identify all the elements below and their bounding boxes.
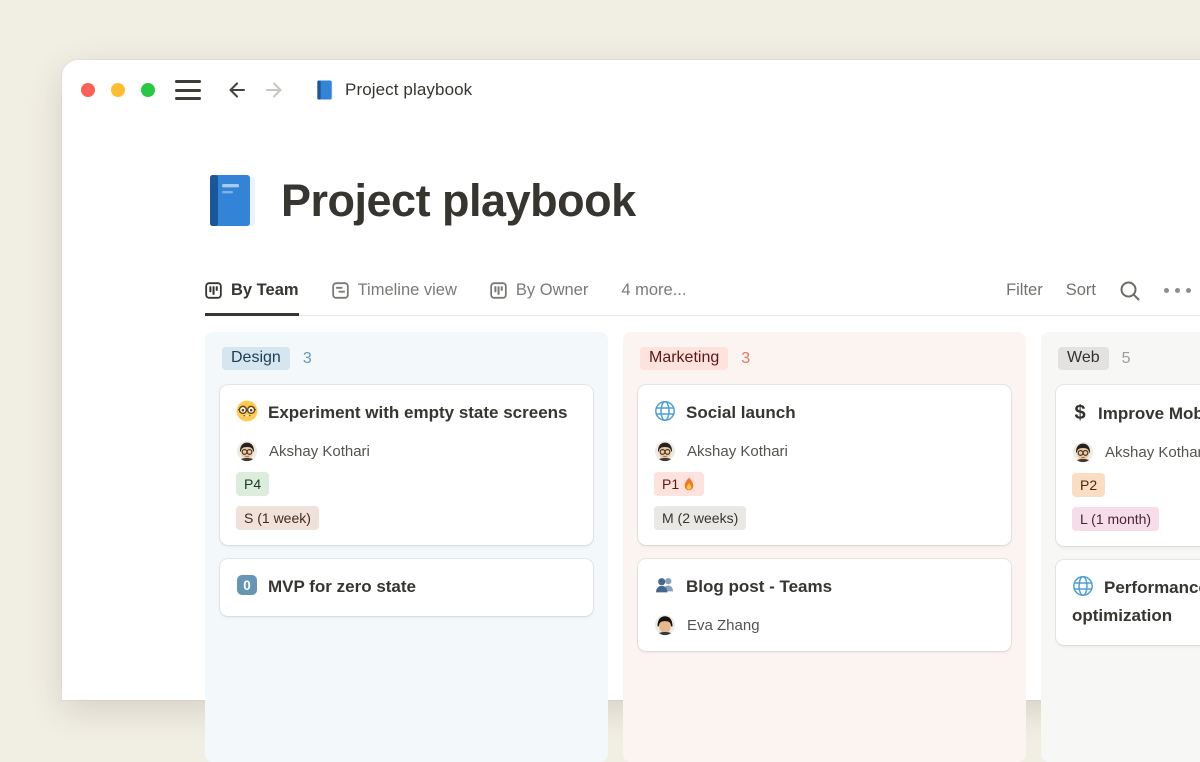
keycap-zero-icon: 0	[236, 574, 258, 596]
card-title: Social launch	[654, 399, 995, 427]
tab-label: 4 more...	[621, 281, 686, 300]
view-toolbar: Filter Sort	[1006, 280, 1200, 302]
menu-icon[interactable]	[175, 80, 201, 100]
window-controls	[81, 83, 155, 97]
close-window-button[interactable]	[81, 83, 95, 97]
card-title: $Improve Mobile	[1072, 399, 1200, 428]
tab-label: Timeline view	[358, 281, 457, 300]
card-performance-optimization[interactable]: Performance optimization	[1056, 560, 1200, 645]
column-header: Marketing 3	[638, 347, 1011, 370]
card-experiment-empty-state[interactable]: Experiment with empty state screens	[220, 385, 593, 545]
column-name-badge[interactable]: Marketing	[640, 347, 728, 370]
tab-more-views[interactable]: 4 more...	[621, 266, 686, 316]
board-column-design: Design 3 Experiment with empty state scr…	[205, 332, 608, 762]
assignee-name: Eva Zhang	[687, 617, 760, 634]
card-title: Blog post - Teams	[654, 573, 995, 601]
forward-arrow-icon[interactable]	[262, 78, 286, 102]
column-header: Web 5	[1056, 347, 1200, 370]
tab-label: By Owner	[516, 281, 588, 300]
avatar	[236, 440, 258, 462]
assignee-name: Akshay Kothari	[687, 443, 788, 460]
board-column-web: Web 5 $Improve Mobile	[1041, 332, 1200, 762]
board-column-marketing: Marketing 3 Social launch	[623, 332, 1026, 762]
card-mvp-zero-state[interactable]: 0 MVP for zero state	[220, 559, 593, 616]
board-view-icon	[205, 282, 222, 299]
assignee-row: Akshay Kothari	[1072, 441, 1200, 463]
titlebar: Project playbook	[81, 78, 472, 102]
priority-tag: P1	[654, 472, 704, 496]
tab-by-owner[interactable]: By Owner	[490, 266, 588, 316]
card-blog-post-teams[interactable]: Blog post - Teams Eva Zhang	[638, 559, 1011, 651]
card-title: Experiment with empty state screens	[236, 399, 577, 427]
assignee-name: Akshay Kothari	[1105, 444, 1200, 461]
tab-label: By Team	[231, 281, 299, 300]
assignee-row: Akshay Kothari	[236, 440, 577, 462]
zoom-window-button[interactable]	[141, 83, 155, 97]
assignee-name: Akshay Kothari	[269, 443, 370, 460]
fire-icon	[682, 477, 696, 492]
avatar	[654, 440, 676, 462]
column-name-badge[interactable]: Web	[1058, 347, 1109, 370]
size-tag: L (1 month)	[1072, 507, 1159, 531]
card-improve-mobile[interactable]: $Improve Mobile	[1056, 385, 1200, 546]
page-title: Project playbook	[281, 175, 636, 227]
busts-in-silhouette-icon	[654, 574, 676, 596]
app-window: Project playbook Project playbook By Tea…	[62, 60, 1200, 700]
card-title: 0 MVP for zero state	[236, 573, 577, 601]
column-header: Design 3	[220, 347, 593, 370]
priority-tag: P4	[236, 472, 269, 496]
blue-book-page-icon[interactable]	[205, 172, 259, 230]
tab-timeline-view[interactable]: Timeline view	[332, 266, 457, 316]
search-icon[interactable]	[1119, 280, 1141, 302]
card-social-launch[interactable]: Social launch	[638, 385, 1011, 545]
sort-button[interactable]: Sort	[1066, 281, 1096, 300]
column-count: 3	[303, 350, 312, 368]
card-title: Performance optimization	[1072, 574, 1200, 630]
more-options-icon[interactable]	[1164, 288, 1200, 293]
assignee-row: Eva Zhang	[654, 614, 995, 636]
column-count: 5	[1122, 350, 1131, 368]
column-name-badge[interactable]: Design	[222, 347, 290, 370]
svg-text:0: 0	[243, 578, 251, 593]
globe-icon	[1072, 575, 1094, 597]
avatar	[1072, 441, 1094, 463]
page-header: Project playbook	[205, 172, 636, 230]
board-view-icon	[490, 282, 507, 299]
avatar	[654, 614, 676, 636]
minimize-window-button[interactable]	[111, 83, 125, 97]
view-tabbar: By Team Timeline view By Owner 4 more...…	[205, 266, 1200, 316]
globe-icon	[654, 400, 676, 422]
size-tag: S (1 week)	[236, 506, 319, 530]
kanban-board: Design 3 Experiment with empty state scr…	[205, 332, 1200, 762]
dollar-sign-icon: $	[1072, 399, 1088, 421]
timeline-view-icon	[332, 282, 349, 299]
blue-book-icon	[315, 79, 336, 101]
filter-button[interactable]: Filter	[1006, 281, 1043, 300]
back-arrow-icon[interactable]	[225, 78, 249, 102]
column-count: 3	[741, 350, 750, 368]
nerd-face-icon	[236, 400, 258, 422]
size-tag: M (2 weeks)	[654, 506, 746, 530]
priority-tag: P2	[1072, 473, 1105, 497]
assignee-row: Akshay Kothari	[654, 440, 995, 462]
tab-by-team[interactable]: By Team	[205, 266, 299, 316]
window-title: Project playbook	[345, 80, 472, 100]
